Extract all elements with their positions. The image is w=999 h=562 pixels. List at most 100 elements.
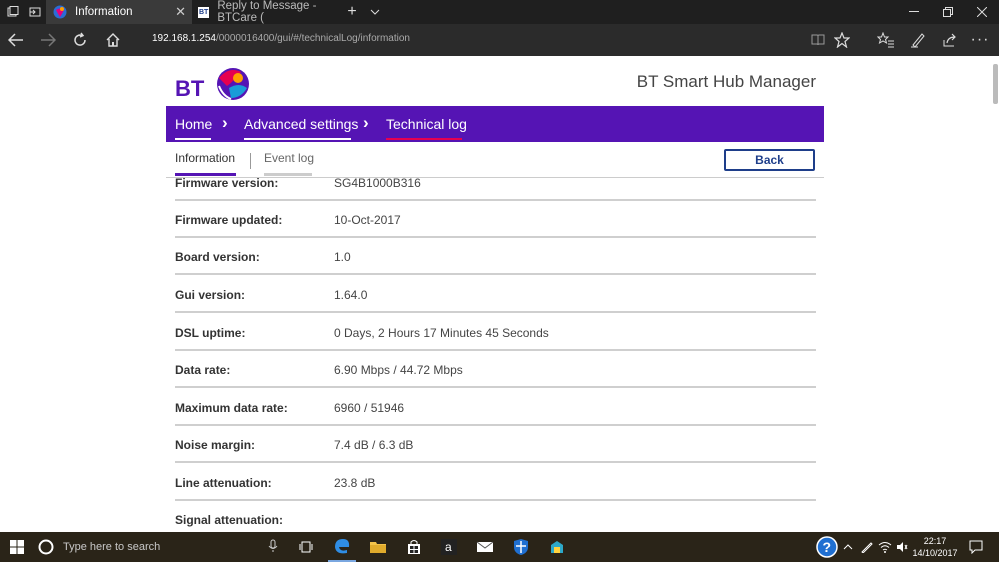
action-center-icon[interactable]: [962, 532, 990, 562]
breadcrumb-home-underline: [175, 138, 211, 140]
task-view-icon[interactable]: [292, 532, 320, 562]
row-label: Maximum data rate:: [175, 401, 288, 415]
minimize-icon[interactable]: [897, 0, 931, 24]
tab-list-chevron-icon[interactable]: [364, 0, 386, 24]
breadcrumb-home[interactable]: Home: [175, 116, 212, 132]
table-row: Firmware updated: 10-Oct-2017: [166, 201, 824, 238]
browser-tab-bar: Information ✕ BT Reply to Message - BTCa…: [0, 0, 999, 24]
show-hidden-icons-chevron-icon[interactable]: [841, 532, 855, 562]
svg-text:a: a: [445, 540, 452, 554]
close-window-icon[interactable]: [965, 0, 999, 24]
table-row: Data rate: 6.90 Mbps / 44.72 Mbps: [166, 351, 824, 388]
url-host: 192.168.1.254: [152, 33, 216, 44]
breadcrumb-advanced-underline: [244, 138, 351, 140]
scrollbar-thumb[interactable]: [993, 64, 998, 104]
clock-time: 22:17: [923, 536, 947, 546]
windows-taskbar: Type here to search a ? 22:17 14/10/2017: [0, 532, 999, 562]
windows-start-icon[interactable]: [0, 532, 34, 562]
table-row: Firmware version: SG4B1000B316: [166, 178, 824, 201]
active-tab-underline: [175, 173, 236, 176]
back-button[interactable]: Back: [724, 149, 815, 171]
table-row: Line attenuation: 23.8 dB: [166, 464, 824, 501]
tab-reply-to-message[interactable]: BT Reply to Message - BTCare (: [193, 0, 338, 24]
table-row: Board version: 1.0: [166, 238, 824, 275]
file-explorer-icon[interactable]: [364, 532, 392, 562]
clock-date: 14/10/2017: [912, 548, 958, 558]
back-arrow-icon[interactable]: [4, 28, 28, 52]
set-tabs-aside-icon[interactable]: [24, 0, 46, 24]
row-value: 6960 / 51946: [334, 401, 405, 415]
table-row: DSL uptime: 0 Days, 2 Hours 17 Minutes 4…: [166, 314, 824, 351]
row-value: 23.8 dB: [334, 476, 376, 490]
more-dots-icon[interactable]: ···: [968, 28, 992, 52]
breadcrumb-active-underline: [386, 138, 462, 140]
table-row: Gui version: 1.64.0: [166, 276, 824, 313]
bt-logo: BT: [175, 66, 257, 102]
pen-workspace-icon[interactable]: [858, 532, 876, 562]
bt-app-icon[interactable]: [543, 532, 571, 562]
tab-information[interactable]: Information ✕: [46, 0, 192, 24]
amazon-icon[interactable]: a: [435, 532, 463, 562]
web-page: BT BT Smart Hub Manager Home › Advanced …: [0, 56, 999, 532]
home-icon[interactable]: [101, 28, 125, 52]
row-value: 7.4 dB / 6.3 dB: [334, 438, 414, 452]
bt-favicon-icon: BT: [198, 6, 210, 18]
row-label: Firmware version:: [175, 178, 279, 190]
row-value: 6.90 Mbps / 44.72 Mbps: [334, 363, 463, 377]
row-label: Noise margin:: [175, 438, 256, 452]
tab-title: Reply to Message - BTCare (: [217, 0, 317, 24]
store-icon[interactable]: [400, 532, 428, 562]
search-placeholder: Type here to search: [63, 541, 161, 553]
help-icon[interactable]: ?: [814, 532, 840, 562]
volume-icon[interactable]: [894, 532, 910, 562]
tab-event-log[interactable]: Event log: [264, 151, 314, 165]
chevron-right-icon: ›: [222, 113, 228, 132]
refresh-icon[interactable]: [68, 28, 92, 52]
mail-icon[interactable]: [471, 532, 499, 562]
taskbar-search-input[interactable]: Type here to search: [34, 532, 284, 562]
close-tab-icon[interactable]: ✕: [175, 4, 186, 20]
breadcrumb-advanced-settings[interactable]: Advanced settings: [244, 116, 358, 132]
vertical-scrollbar[interactable]: [991, 56, 999, 532]
wifi-icon[interactable]: [876, 532, 894, 562]
row-divider: [175, 461, 816, 463]
security-shield-icon[interactable]: [507, 532, 535, 562]
table-row: Noise margin: 7.4 dB / 6.3 dB: [166, 426, 824, 463]
chevron-right-icon: ›: [363, 113, 369, 132]
url-field[interactable]: 192.168.1.254/0000016400/gui/#/technical…: [152, 33, 410, 44]
favorite-star-icon[interactable]: [830, 28, 854, 52]
restore-icon[interactable]: [931, 0, 965, 24]
pen-icon[interactable]: [906, 28, 930, 52]
breadcrumb-technical-log[interactable]: Technical log: [386, 116, 467, 132]
reading-view-icon[interactable]: [806, 28, 830, 52]
tab-title: Information: [75, 6, 133, 18]
forward-arrow-icon[interactable]: [36, 28, 60, 52]
url-path: /0000016400/gui/#/technicalLog/informati…: [215, 33, 410, 44]
svg-text:BT: BT: [175, 76, 205, 101]
row-value: 1.0: [334, 250, 351, 264]
tab-information[interactable]: Information: [175, 151, 235, 165]
edge-browser-icon[interactable]: [328, 532, 356, 562]
microphone-icon[interactable]: [268, 539, 278, 556]
row-label: Data rate:: [175, 363, 231, 377]
row-label: Firmware updated:: [175, 213, 283, 227]
new-tab-icon[interactable]: +: [341, 0, 363, 24]
clock[interactable]: 22:17 14/10/2017: [912, 535, 958, 559]
favorites-hub-icon[interactable]: [874, 28, 898, 52]
breadcrumb: Home › Advanced settings › Technical log: [166, 106, 824, 142]
table-row: Maximum data rate: 6960 / 51946: [166, 389, 824, 426]
bt-globe-favicon-icon: [53, 5, 67, 19]
row-divider: [175, 311, 816, 313]
row-label: Board version:: [175, 250, 260, 264]
row-value: 0 Days, 2 Hours 17 Minutes 45 Seconds: [334, 326, 549, 340]
row-value: 10-Oct-2017: [334, 213, 401, 227]
subtab-bar: Information Event log Back: [166, 146, 824, 178]
information-table: Firmware version: SG4B1000B316 Firmware …: [166, 178, 824, 532]
row-label: Gui version:: [175, 288, 246, 302]
share-icon[interactable]: [938, 28, 962, 52]
row-label: DSL uptime:: [175, 326, 246, 340]
row-divider: [175, 273, 816, 275]
row-label: Line attenuation:: [175, 476, 272, 490]
address-bar: 192.168.1.254/0000016400/gui/#/technical…: [0, 24, 999, 56]
tab-preview-icon[interactable]: [2, 0, 24, 24]
